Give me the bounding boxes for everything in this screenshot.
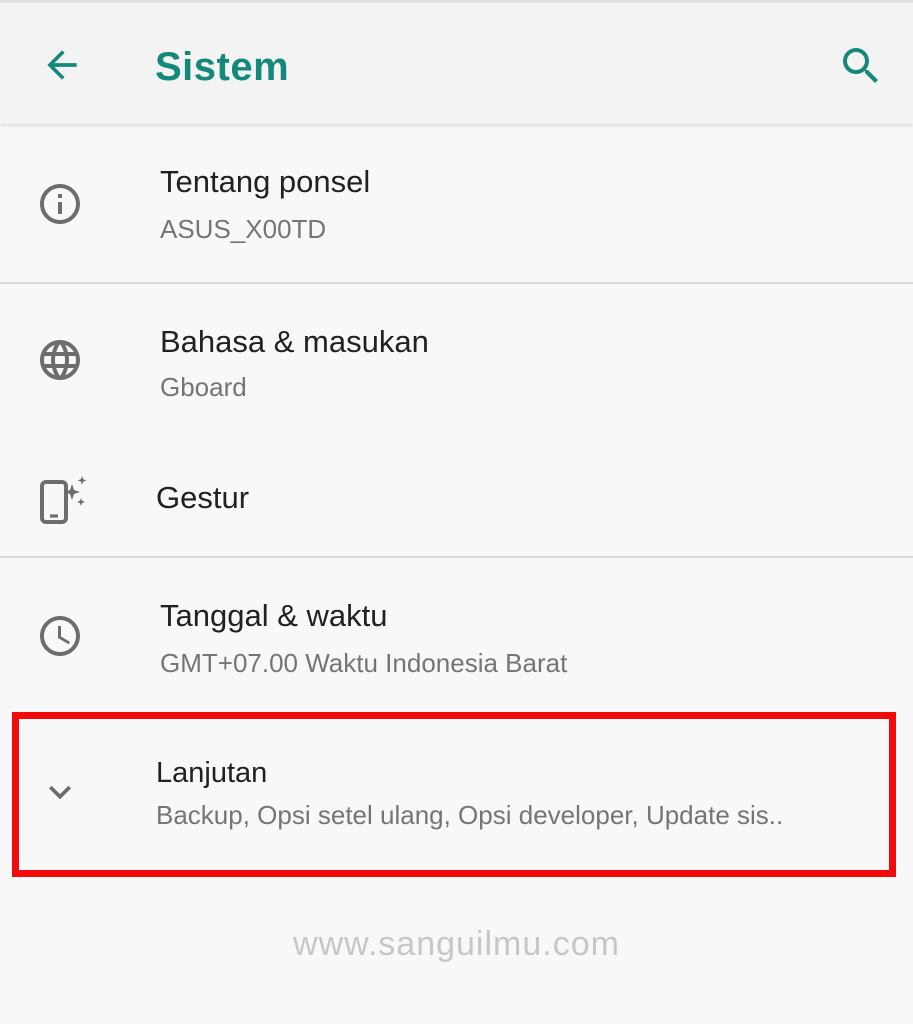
page-title: Sistem xyxy=(155,45,290,89)
item-label: Bahasa & masukan xyxy=(160,324,429,359)
item-summary: Gboard xyxy=(160,372,247,402)
settings-item-about-phone[interactable]: Tentang ponsel ASUS_X00TD xyxy=(0,124,913,282)
search-icon xyxy=(843,48,878,83)
settings-item-date-time[interactable]: Tanggal & waktu GMT+07.00 Waktu Indonesi… xyxy=(0,558,913,710)
item-label: Tentang ponsel xyxy=(160,164,371,199)
clock-icon xyxy=(36,612,84,660)
back-button[interactable] xyxy=(38,41,86,89)
globe-icon xyxy=(36,336,84,384)
item-summary: GMT+07.00 Waktu Indonesia Barat xyxy=(160,648,568,678)
item-label: Gestur xyxy=(156,480,250,515)
info-icon xyxy=(36,180,84,228)
app-bar: Sistem xyxy=(0,0,913,124)
highlight-box xyxy=(12,712,896,877)
gesture-phone-icon xyxy=(34,472,90,528)
arrow-back-icon xyxy=(47,50,77,80)
item-label: Tanggal & waktu xyxy=(160,598,388,633)
search-button[interactable] xyxy=(836,41,886,91)
settings-item-gestures[interactable]: Gestur xyxy=(0,434,913,556)
item-summary: ASUS_X00TD xyxy=(160,214,327,244)
settings-item-language-input[interactable]: Bahasa & masukan Gboard xyxy=(0,284,913,434)
settings-screen: Sistem Tentang ponsel ASUS_X00TD Bahasa … xyxy=(0,0,913,1024)
watermark: www.sanguilmu.com xyxy=(293,925,620,963)
